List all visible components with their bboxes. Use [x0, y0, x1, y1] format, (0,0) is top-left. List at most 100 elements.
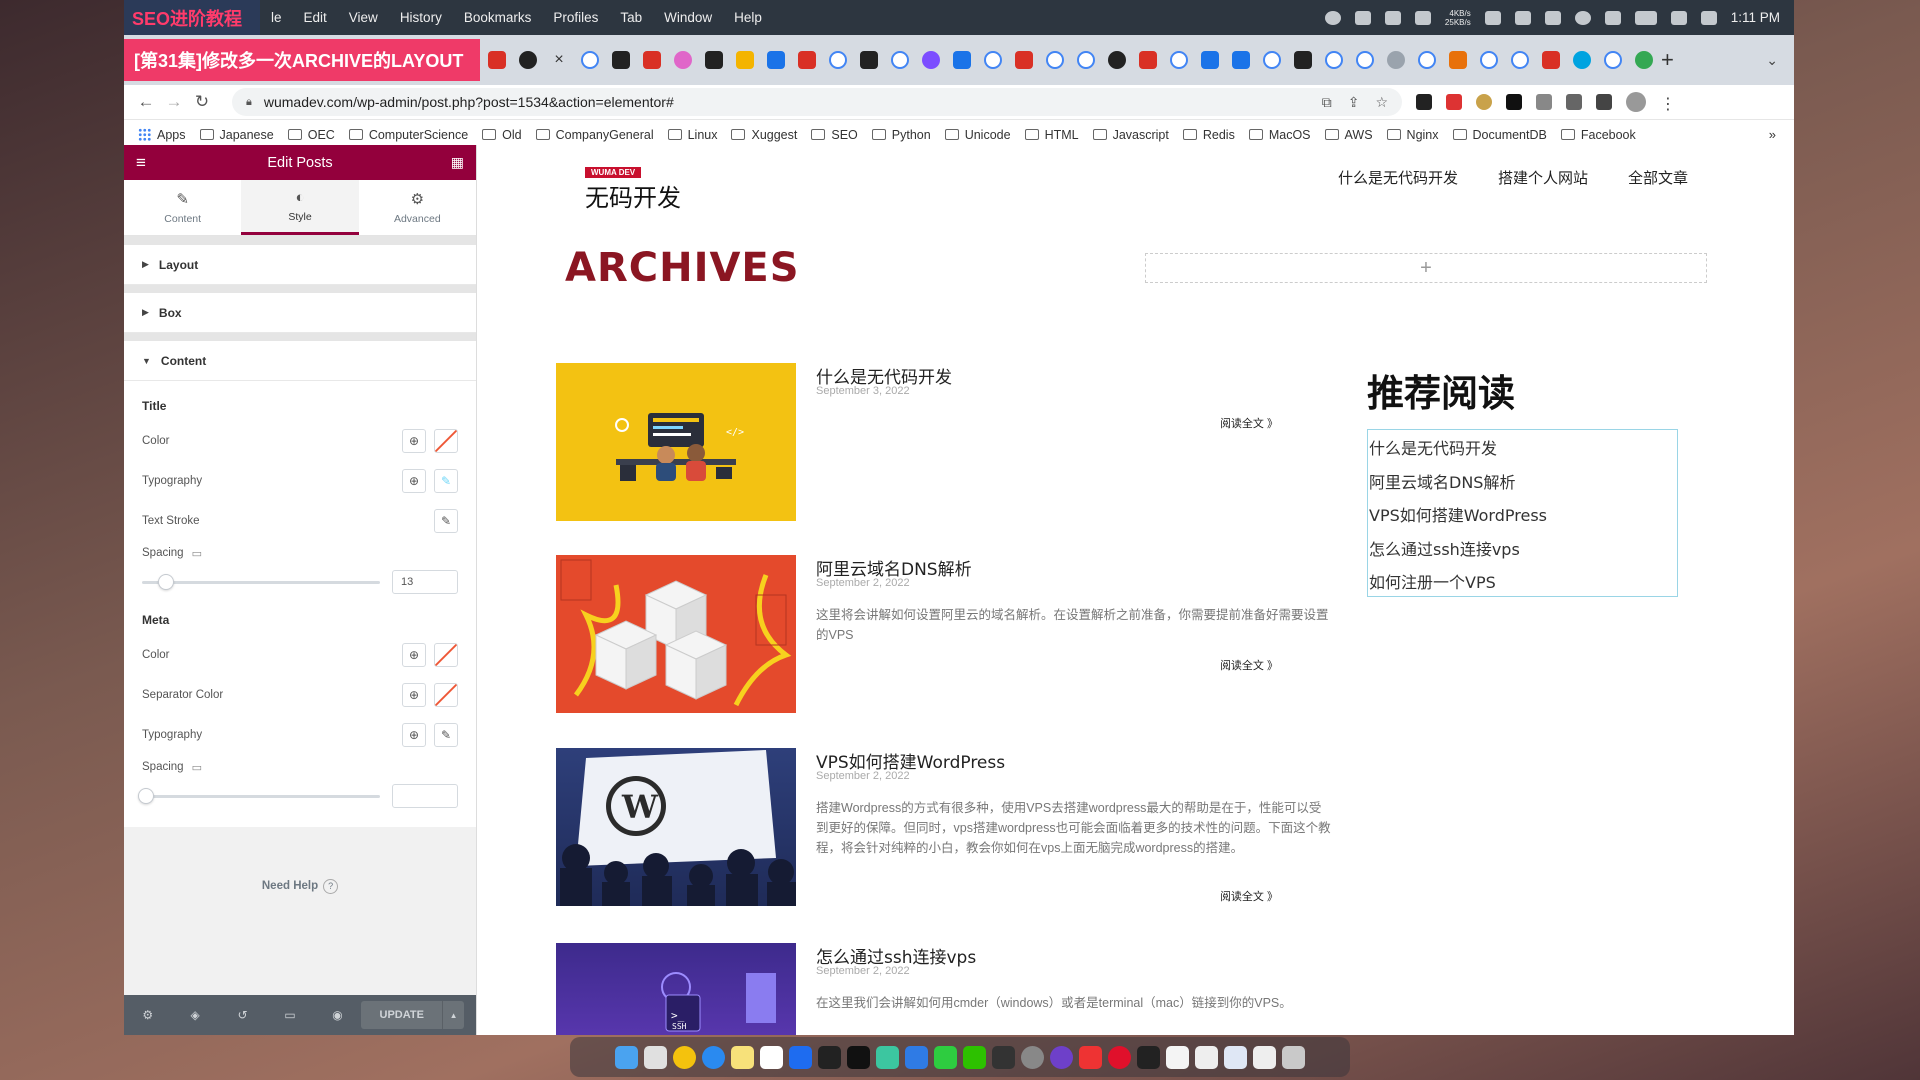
bookmark-apps[interactable]: Apps — [138, 128, 186, 142]
trash-icon[interactable] — [1282, 1045, 1305, 1069]
menu-bookmarks[interactable]: Bookmarks — [453, 10, 543, 25]
site-logo[interactable]: WUMA DEV 无码开发 — [585, 162, 681, 213]
tab-favicon-icon[interactable] — [953, 51, 971, 69]
responsive-mode-icon[interactable]: ▭ — [266, 1008, 313, 1022]
bookmark-folder[interactable]: Python — [871, 128, 931, 142]
github-icon[interactable] — [1050, 1045, 1073, 1069]
nav-item[interactable]: 什么是无代码开发 — [1338, 167, 1458, 188]
tab-google-icon[interactable] — [1480, 51, 1498, 69]
new-tab-button[interactable]: + — [1661, 47, 1674, 73]
tab-google-icon[interactable] — [1604, 51, 1622, 69]
tab-favicon-icon[interactable] — [612, 51, 630, 69]
reload-button[interactable]: ↻ — [188, 92, 216, 112]
tab-gmail-icon[interactable] — [1542, 51, 1560, 69]
tab-close-icon[interactable]: × — [550, 51, 568, 69]
kebab-menu-icon[interactable]: ⋮ — [1660, 94, 1676, 113]
preview-eye-icon[interactable]: ◉ — [314, 1008, 361, 1022]
tab-google-icon[interactable] — [1325, 51, 1343, 69]
menu-tab[interactable]: Tab — [609, 10, 653, 25]
post-thumbnail[interactable]: </> — [556, 363, 796, 521]
globe-icon[interactable]: ⊕ — [402, 723, 426, 747]
app-icon[interactable] — [1021, 1045, 1044, 1069]
extension-icon[interactable] — [1536, 94, 1552, 110]
section-box[interactable]: ▶ Box — [124, 293, 476, 333]
bell-icon[interactable] — [1414, 10, 1431, 25]
extension-icon[interactable] — [1416, 94, 1432, 110]
record-icon[interactable] — [1324, 10, 1341, 25]
tab-favicon-icon[interactable] — [860, 51, 878, 69]
notes-icon[interactable] — [731, 1045, 754, 1069]
bookmark-folder[interactable]: HTML — [1024, 128, 1079, 142]
bookmark-folder[interactable]: CompanyGeneral — [535, 128, 654, 142]
recommended-link[interactable]: 怎么通过ssh连接vps — [1368, 533, 1677, 567]
terminal-icon[interactable] — [992, 1045, 1015, 1069]
menu-history[interactable]: History — [389, 10, 453, 25]
translate-icon[interactable] — [1354, 10, 1371, 25]
bookmark-folder[interactable]: DocumentDB — [1452, 128, 1547, 142]
tab-favicon-icon[interactable] — [674, 51, 692, 69]
launchpad-icon[interactable] — [644, 1045, 667, 1069]
control-center-icon[interactable] — [1700, 10, 1717, 25]
bookmark-folder[interactable]: Xuggest — [731, 128, 797, 142]
tab-favicon-icon[interactable] — [488, 51, 506, 69]
tab-google-icon[interactable] — [1170, 51, 1188, 69]
bookmark-folder[interactable]: Unicode — [944, 128, 1011, 142]
webstorm-icon[interactable] — [818, 1045, 841, 1069]
tab-content[interactable]: ✎ Content — [124, 180, 241, 235]
read-more-link[interactable]: 阅读全文 》 — [1220, 888, 1278, 904]
tab-google-icon[interactable] — [1356, 51, 1374, 69]
nav-item[interactable]: 全部文章 — [1628, 167, 1688, 188]
slider-handle[interactable] — [138, 787, 154, 804]
desktop-monitor-icon[interactable]: ▭ — [192, 547, 202, 560]
clipboard-icon[interactable] — [1604, 10, 1621, 25]
tab-favicon-icon[interactable] — [1573, 51, 1591, 69]
moon-icon[interactable] — [1574, 10, 1591, 25]
tab-favicon-icon[interactable] — [1294, 51, 1312, 69]
bookmark-folder[interactable]: AWS — [1324, 128, 1373, 142]
bookmark-folder[interactable]: Linux — [667, 128, 717, 142]
bookmark-folder[interactable]: Nginx — [1386, 128, 1439, 142]
avatar[interactable] — [1626, 92, 1646, 112]
document-icon[interactable] — [1195, 1045, 1218, 1069]
bookmark-folder[interactable]: Facebook — [1560, 128, 1636, 142]
bookmark-star-icon[interactable]: ☆ — [1375, 94, 1388, 111]
tab-google-icon[interactable] — [1263, 51, 1281, 69]
update-options-caret-icon[interactable]: ▲ — [442, 1001, 464, 1029]
tab-google-icon[interactable] — [1077, 51, 1095, 69]
title-spacing-slider[interactable] — [142, 573, 380, 590]
post-thumbnail[interactable]: W — [556, 748, 796, 906]
bookmark-folder[interactable]: ComputerScience — [348, 128, 468, 142]
bookmarks-overflow-icon[interactable]: » — [1769, 127, 1776, 142]
chrome-icon[interactable] — [673, 1045, 696, 1069]
url-field[interactable]: 🔒︎ wumadev.com/wp-admin/post.php?post=15… — [232, 88, 1402, 116]
bookmark-folder[interactable]: Japanese — [199, 128, 274, 142]
tab-favicon-icon[interactable] — [519, 51, 537, 69]
desktop-monitor-icon[interactable]: ▭ — [192, 761, 202, 774]
post-thumbnail[interactable] — [556, 555, 796, 713]
tab-google-icon[interactable] — [891, 51, 909, 69]
menu-edit[interactable]: Edit — [293, 10, 338, 25]
tab-favicon-icon[interactable] — [1449, 51, 1467, 69]
extension-icon[interactable] — [1446, 94, 1462, 110]
tab-google-icon[interactable] — [1046, 51, 1064, 69]
bookmark-folder[interactable]: Old — [482, 128, 522, 142]
color-picker-button[interactable] — [434, 643, 458, 667]
forward-button[interactable]: → — [160, 92, 188, 112]
app-icon[interactable] — [905, 1045, 928, 1069]
drive-icon[interactable] — [1514, 10, 1531, 25]
bookmark-folder[interactable]: SEO — [811, 128, 858, 142]
read-more-link[interactable]: 阅读全文 》 — [1220, 657, 1278, 673]
puzzle-icon[interactable] — [1566, 94, 1582, 110]
app-icon[interactable] — [876, 1045, 899, 1069]
bookmark-folder[interactable]: Javascript — [1092, 128, 1169, 142]
bookmark-folder[interactable]: MacOS — [1248, 128, 1311, 142]
section-content[interactable]: ▼ Content — [124, 341, 476, 381]
tab-google-icon[interactable] — [984, 51, 1002, 69]
tab-wordpress-icon[interactable] — [1387, 51, 1405, 69]
post-thumbnail[interactable]: >_ SSH — [556, 943, 796, 1035]
navigator-layers-icon[interactable]: ◈ — [171, 1008, 218, 1022]
tab-gmail-icon[interactable] — [1139, 51, 1157, 69]
add-widget-placeholder[interactable]: + — [1145, 253, 1707, 283]
menu-view[interactable]: View — [338, 10, 389, 25]
widgets-grid-icon[interactable]: ▦ — [451, 154, 464, 171]
